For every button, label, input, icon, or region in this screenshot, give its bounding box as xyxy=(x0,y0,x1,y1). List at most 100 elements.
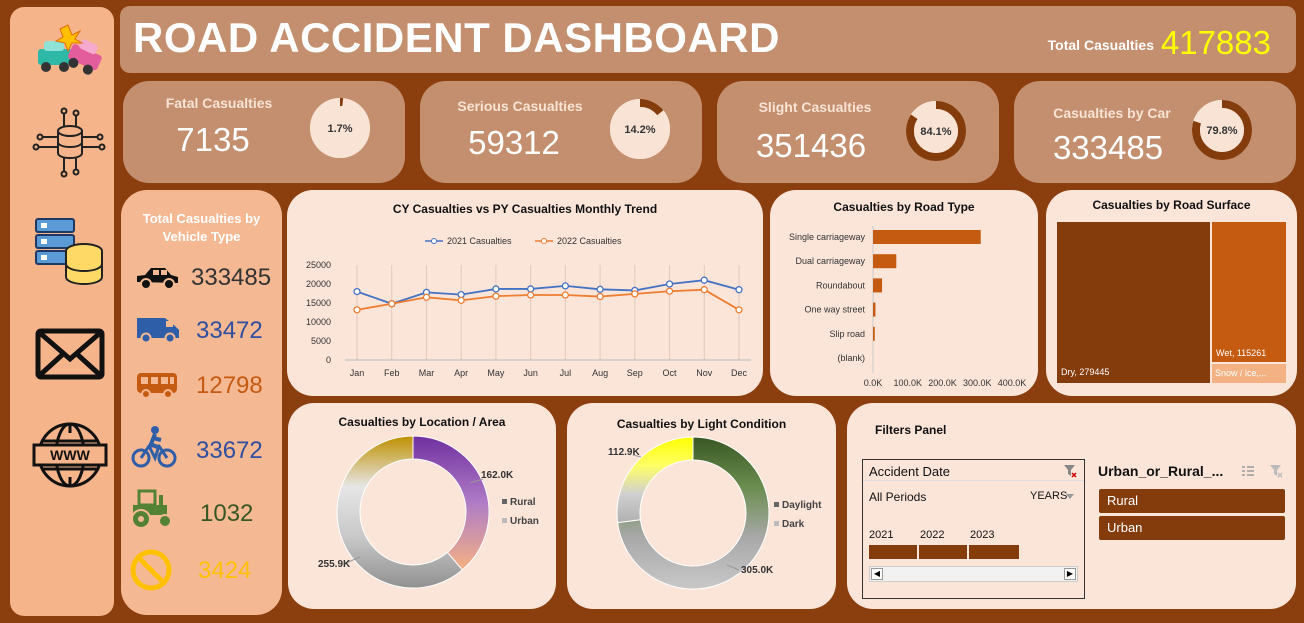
data-point xyxy=(596,292,604,301)
location-donut-chart: 162.0K 255.9K Rural Urban xyxy=(318,435,539,589)
kpi-card-slight: Slight Casualties 351436 84.1% xyxy=(717,81,999,183)
data-label: 255.9K xyxy=(318,559,351,570)
bar xyxy=(873,278,883,293)
vehicle-value-tractor: 1032 xyxy=(200,500,254,527)
kpi-label: Fatal Casualties xyxy=(165,95,273,111)
accident-date-slicer[interactable]: Accident Date All Periods YEARS 2021 202… xyxy=(862,459,1085,599)
legend-label: Rural xyxy=(510,497,536,508)
kpi-donut: 79.8% xyxy=(1192,100,1252,160)
clear-filter-icon[interactable] xyxy=(1063,464,1077,478)
kpi-pct: 84.1% xyxy=(920,126,951,138)
data-point xyxy=(700,286,708,294)
kpi-card-car: Casualties by Car 333485 79.8% xyxy=(1014,81,1296,183)
x-tick-label: Oct xyxy=(663,368,678,378)
bicycle-icon xyxy=(131,426,177,468)
legend-label: 2022 Casualties xyxy=(557,236,622,246)
kpi-donut: 84.1% xyxy=(906,101,966,161)
timeline-bar-2022[interactable] xyxy=(919,545,967,559)
treemap-label: Dry, 279445 xyxy=(1061,367,1110,377)
scroll-right-button[interactable]: ▶ xyxy=(1064,568,1076,580)
data-point xyxy=(388,300,396,308)
area-option-label: Rural xyxy=(1107,493,1139,508)
server-database-icon[interactable] xyxy=(32,215,108,287)
total-casualties-label: Total Casualties xyxy=(1047,37,1154,53)
area-option-urban[interactable]: Urban xyxy=(1099,516,1285,540)
timeline-scrollbar[interactable]: ◀ ▶ xyxy=(869,566,1078,582)
x-tick-label: Dec xyxy=(731,368,748,378)
database-circuit-icon[interactable] xyxy=(32,107,108,179)
x-tick-label: Apr xyxy=(454,368,468,378)
data-point xyxy=(665,280,674,288)
light-donut-chart: 305.0K 112.9K Daylight Dark xyxy=(608,436,822,590)
y-tick-label: 5000 xyxy=(311,336,331,346)
legend-marker xyxy=(502,518,507,523)
category-label: Dual carriageway xyxy=(795,256,865,266)
timeline-bar-2021[interactable] xyxy=(869,545,917,559)
data-point xyxy=(561,291,570,299)
multi-select-icon[interactable] xyxy=(1241,464,1255,478)
vehicle-type-panel: Total Casualties by Vehicle Type 333485 … xyxy=(121,190,282,615)
tractor-icon xyxy=(131,489,172,529)
road-surface-panel: Casualties by Road Surface Dry, 279445 W… xyxy=(1046,190,1297,396)
category-label: Roundabout xyxy=(816,280,866,290)
vehicle-panel-title: Total Casualties by Vehicle Type xyxy=(142,211,261,244)
kpi-card-serious: Serious Casualties 59312 14.2% xyxy=(420,81,702,183)
data-label: 162.0K xyxy=(481,470,514,481)
y-tick-label: 25000 xyxy=(306,260,331,270)
category-label: One way street xyxy=(804,305,865,315)
timeline-bar-2023[interactable] xyxy=(969,545,1019,559)
x-tick-label: May xyxy=(487,368,505,378)
mail-icon[interactable] xyxy=(32,319,108,391)
legend-marker xyxy=(502,499,507,504)
road-type-panel: Casualties by Road Type Single carriagew… xyxy=(770,190,1038,396)
kpi-label: Serious Casualties xyxy=(457,98,583,114)
clear-filter-icon[interactable] xyxy=(1269,464,1283,478)
kpi-label: Slight Casualties xyxy=(758,99,872,115)
svg-text:WWW: WWW xyxy=(50,447,90,463)
kpi-value: 59312 xyxy=(468,124,560,161)
legend-label: Daylight xyxy=(782,500,822,511)
kpi-pct: 1.7% xyxy=(327,123,352,135)
series-line xyxy=(356,288,740,311)
data-point xyxy=(353,287,361,296)
vehicle-value-bicycle: 33672 xyxy=(196,437,263,464)
scroll-left-button[interactable]: ◀ xyxy=(871,568,883,580)
all-periods-label: All Periods xyxy=(869,490,927,504)
legend-marker xyxy=(431,238,437,244)
chevron-down-icon[interactable] xyxy=(1066,494,1074,500)
area-option-label: Urban xyxy=(1107,520,1143,535)
x-tick-label: Jul xyxy=(560,368,572,378)
vehicle-value-van: 33472 xyxy=(196,317,263,344)
x-tick-label: Feb xyxy=(384,368,400,378)
legend-marker xyxy=(541,238,547,244)
filters-title: Filters Panel xyxy=(875,423,947,437)
area-option-rural[interactable]: Rural xyxy=(1099,489,1285,513)
x-tick-label: 0.0K xyxy=(864,378,883,388)
period-unit-select[interactable]: YEARS xyxy=(1030,490,1067,502)
area-slicer-title: Urban_or_Rural_... xyxy=(1098,463,1224,479)
www-globe-icon[interactable]: WWW xyxy=(32,419,108,491)
category-label: Single carriageway xyxy=(789,232,866,242)
y-tick-label: 10000 xyxy=(306,317,331,327)
data-point xyxy=(492,292,500,300)
x-tick-label: Mar xyxy=(419,368,435,378)
category-label: Slip road xyxy=(829,329,865,339)
vehicle-value-other: 3424 xyxy=(198,557,252,584)
bar xyxy=(873,230,981,244)
year-label: 2021 xyxy=(869,529,894,541)
y-tick-label: 15000 xyxy=(306,298,331,308)
van-icon xyxy=(137,318,179,344)
legend-label: Dark xyxy=(782,519,805,530)
light-condition-panel: Casualties by Light Condition 305.0K 112.… xyxy=(567,403,836,609)
data-point xyxy=(700,276,708,284)
x-tick-label: Sep xyxy=(627,368,643,378)
x-tick-label: 200.0K xyxy=(928,378,957,388)
donut-slice xyxy=(412,435,490,571)
kpi-donut: 1.7% xyxy=(310,98,370,158)
car-crash-icon[interactable] xyxy=(32,21,108,93)
nav-bar: WWW xyxy=(10,7,114,616)
date-slicer-title: Accident Date xyxy=(869,464,950,479)
data-point xyxy=(526,285,535,293)
kpi-label: Casualties by Car xyxy=(1053,105,1171,121)
x-tick-label: 300.0K xyxy=(963,378,992,388)
